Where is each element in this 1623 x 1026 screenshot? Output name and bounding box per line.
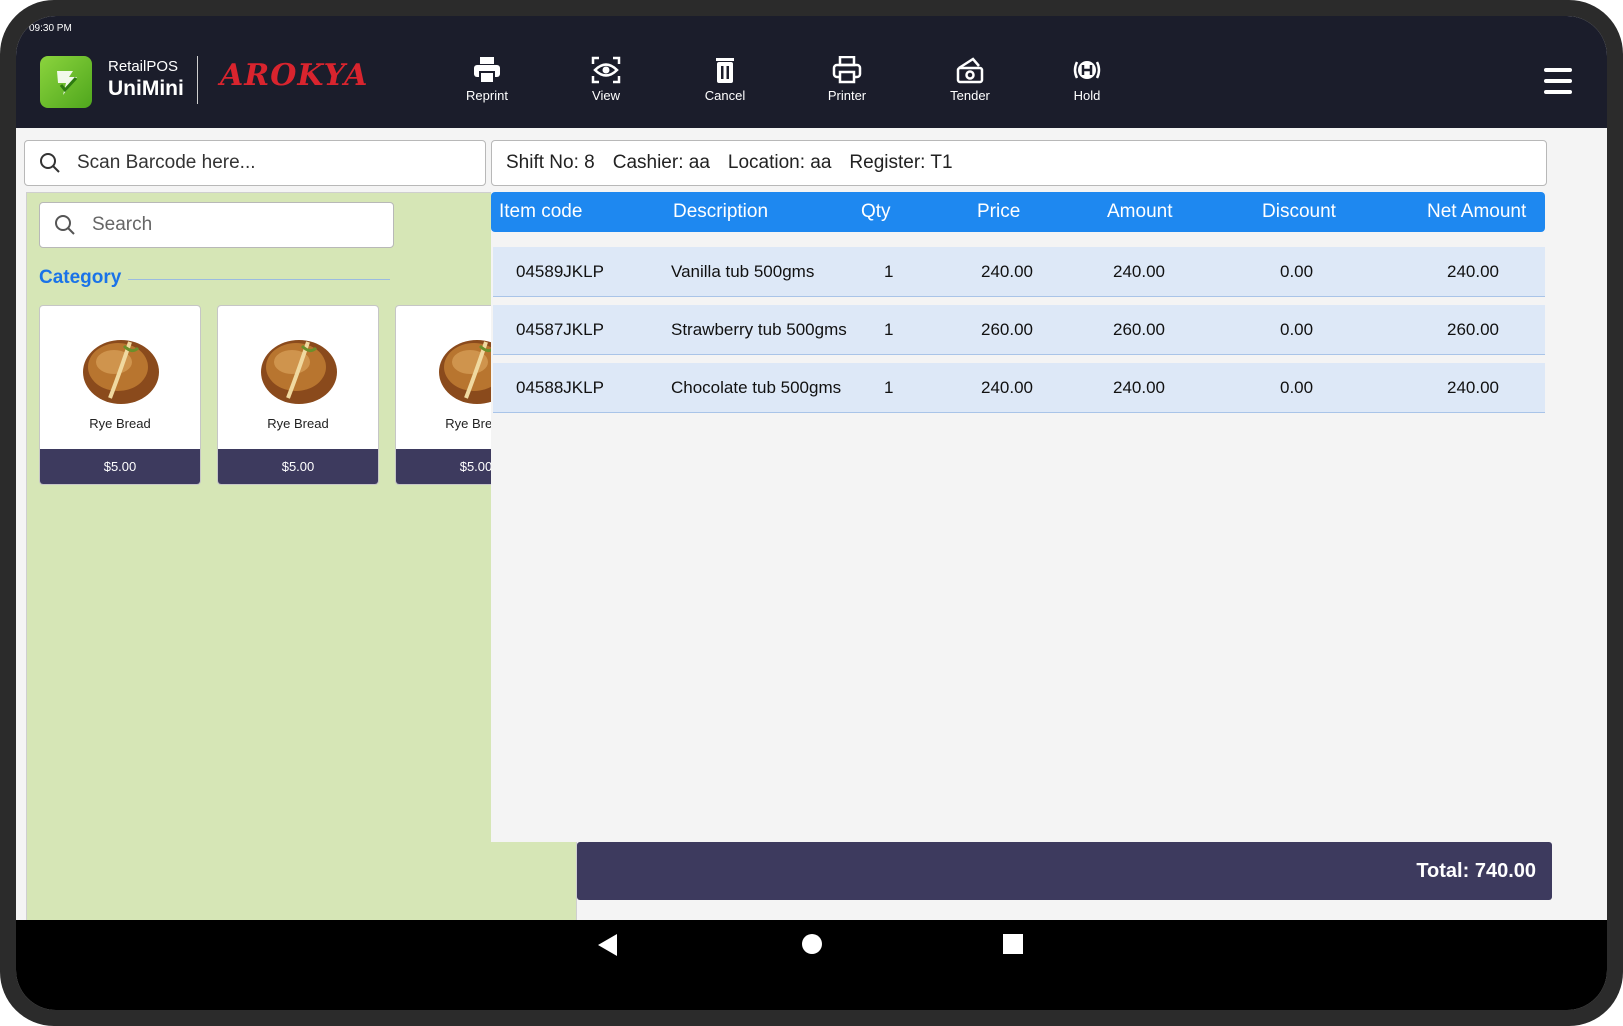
cell-discount: 0.00 — [1280, 319, 1314, 339]
search-icon — [40, 153, 60, 173]
cell-item-code: 04589JKLP — [516, 261, 604, 281]
category-heading: Category — [39, 267, 122, 288]
view-button[interactable]: View — [561, 56, 651, 103]
reprint-label: Reprint — [466, 88, 508, 103]
header-description: Description — [673, 201, 769, 222]
total-bar: Total: 740.00 — [577, 842, 1552, 900]
cell-description: Vanilla tub 500gms — [671, 261, 815, 281]
table-row[interactable]: 04588JKLP Chocolate tub 500gms 1 240.00 … — [493, 363, 1545, 413]
product-search-box[interactable] — [39, 202, 394, 248]
cell-discount: 0.00 — [1280, 377, 1314, 397]
back-icon[interactable] — [598, 934, 617, 956]
cell-amount: 240.00 — [1113, 377, 1165, 397]
eye-icon — [591, 56, 621, 84]
barcode-input[interactable] — [77, 152, 457, 174]
header-qty: Qty — [861, 201, 891, 222]
bread-image-icon — [83, 340, 159, 404]
app-screen: 09:30 PM RetailPOS UniMini AROKYA Reprin… — [16, 16, 1607, 1010]
product-name: Rye Bread — [89, 416, 151, 431]
search-icon — [55, 215, 75, 235]
session-info-bar: Shift No: 8 Cashier: aa Location: aa Reg… — [491, 140, 1547, 186]
printer-button[interactable]: Printer — [802, 56, 892, 103]
tablet-frame: 09:30 PM RetailPOS UniMini AROKYA Reprin… — [0, 0, 1623, 1026]
cell-qty: 1 — [884, 319, 894, 339]
cell-discount: 0.00 — [1280, 261, 1314, 281]
product-tile[interactable]: Rye Bread $5.00 — [217, 305, 379, 485]
cash-icon — [956, 57, 984, 84]
hold-icon — [1073, 61, 1101, 79]
header-item-code: Item code — [499, 201, 583, 222]
brand-divider — [197, 56, 198, 104]
status-time: 09:30 PM — [29, 23, 72, 34]
cell-price: 240.00 — [981, 261, 1033, 281]
cell-amount: 240.00 — [1113, 261, 1165, 281]
app-logo-icon — [40, 56, 92, 108]
header-net-amount: Net Amount — [1427, 201, 1527, 222]
bread-image-icon — [261, 340, 337, 404]
hamburger-menu-icon[interactable] — [1544, 68, 1572, 94]
printer-label: Printer — [827, 88, 867, 103]
product-price: $5.00 — [218, 449, 378, 484]
header-price: Price — [977, 201, 1021, 222]
cell-qty: 1 — [884, 377, 894, 397]
table-header: Item code Description Qty Price Amount D… — [491, 192, 1545, 232]
header-discount: Discount — [1262, 201, 1336, 222]
printer-icon — [832, 56, 862, 84]
total-amount: Total: 740.00 — [1416, 859, 1536, 882]
reprint-button[interactable]: Reprint — [442, 56, 532, 103]
recent-apps-icon[interactable] — [1003, 934, 1023, 954]
register-name: Register: T1 — [849, 152, 953, 173]
table-row[interactable]: 04587JKLP Strawberry tub 500gms 1 260.00… — [493, 305, 1545, 355]
cashier-name: Cashier: aa — [612, 152, 710, 173]
cell-description: Chocolate tub 500gms — [671, 377, 842, 397]
category-divider — [128, 279, 390, 280]
brand-line-1: RetailPOS — [108, 58, 179, 75]
tender-label: Tender — [950, 88, 990, 103]
shift-number: Shift No: 8 — [506, 152, 595, 173]
product-price: $5.00 — [40, 449, 200, 484]
cell-qty: 1 — [884, 261, 894, 281]
product-search-input[interactable] — [92, 214, 372, 236]
product-name: Rye Bread — [267, 416, 329, 431]
cell-item-code: 04587JKLP — [516, 319, 604, 339]
view-label: View — [592, 88, 620, 103]
cell-net-amount: 240.00 — [1447, 261, 1499, 281]
tender-button[interactable]: Tender — [925, 56, 1015, 103]
cell-price: 260.00 — [981, 319, 1033, 339]
cell-price: 240.00 — [981, 377, 1033, 397]
partner-logo: AROKYA — [220, 58, 369, 93]
cell-amount: 260.00 — [1113, 319, 1165, 339]
location-name: Location: aa — [727, 152, 832, 173]
top-toolbar: 09:30 PM RetailPOS UniMini AROKYA Reprin… — [16, 16, 1607, 128]
table-row[interactable]: 04589JKLP Vanilla tub 500gms 1 240.00 24… — [493, 247, 1545, 297]
barcode-input-box[interactable] — [24, 140, 486, 186]
header-amount: Amount — [1107, 201, 1173, 222]
cell-net-amount: 260.00 — [1447, 319, 1499, 339]
home-icon[interactable] — [802, 934, 822, 954]
product-tile[interactable]: Rye Bread $5.00 — [39, 305, 201, 485]
hold-label: Hold — [1073, 88, 1101, 103]
cell-net-amount: 240.00 — [1447, 377, 1499, 397]
printer-icon — [474, 57, 500, 84]
cell-item-code: 04588JKLP — [516, 377, 604, 397]
cell-description: Strawberry tub 500gms — [671, 319, 847, 339]
cancel-button[interactable]: Cancel — [680, 56, 770, 103]
cart-table: Item code Description Qty Price Amount D… — [491, 192, 1547, 842]
trash-icon — [716, 58, 734, 83]
brand-name: RetailPOS UniMini — [108, 58, 184, 102]
brand-line-2: UniMini — [108, 77, 184, 100]
hold-button[interactable]: Hold — [1042, 56, 1132, 103]
cancel-label: Cancel — [704, 88, 746, 103]
